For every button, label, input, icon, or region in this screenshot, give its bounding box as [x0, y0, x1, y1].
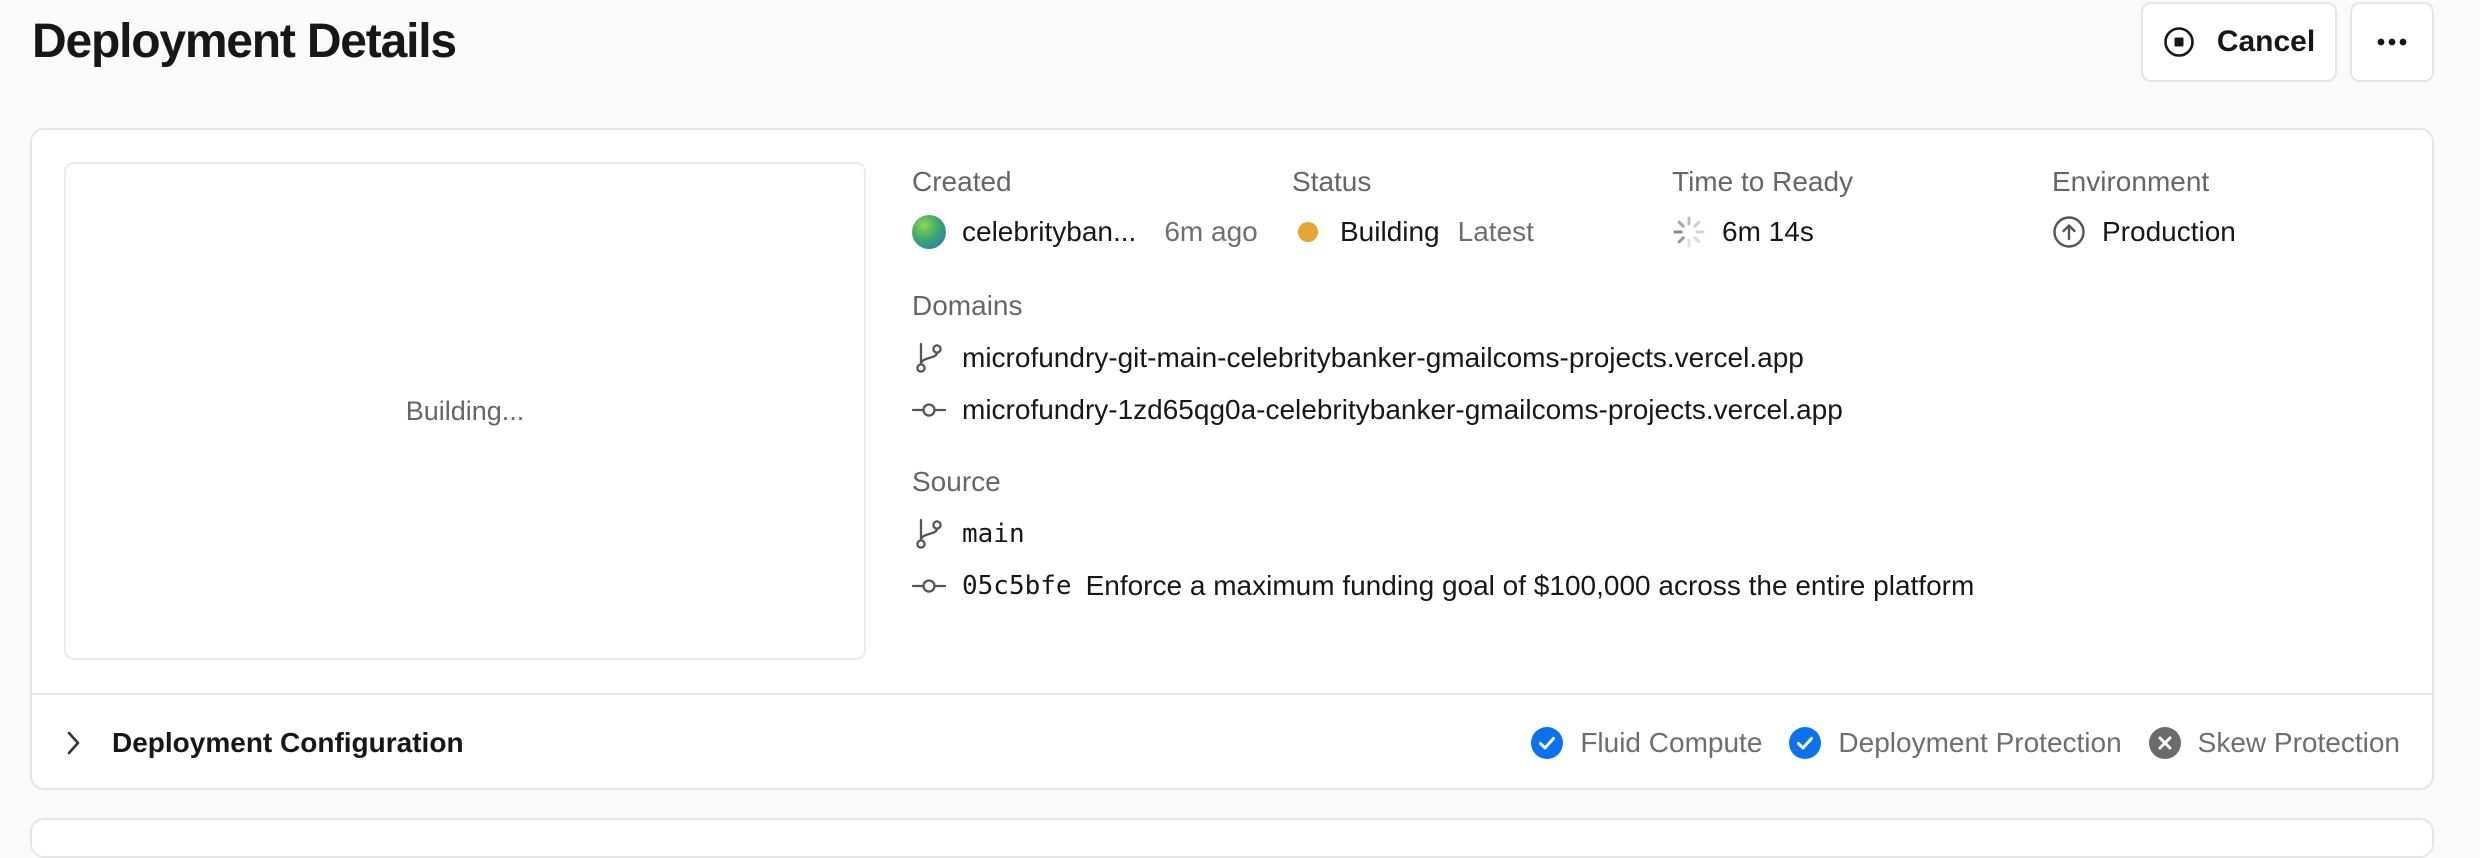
feature-skew-protection: Skew Protection — [2148, 726, 2400, 760]
commit-message[interactable]: Enforce a maximum funding goal of $100,0… — [1086, 568, 1975, 604]
cancel-button-label: Cancel — [2216, 25, 2316, 58]
git-branch-icon — [912, 517, 946, 551]
source-commit[interactable]: 05c5bfe Enforce a maximum funding goal o… — [912, 568, 1974, 604]
environment-value: Production — [2052, 214, 2236, 250]
domain-url[interactable]: microfundry-1zd65qg0a-celebritybanker-gm… — [962, 392, 1843, 428]
deployment-configuration-toggle[interactable]: Deployment Configuration — [64, 695, 464, 790]
chevron-right-icon — [64, 730, 82, 756]
status-text: Building — [1340, 216, 1440, 247]
status-label: Status — [1292, 166, 1372, 197]
cancel-button[interactable]: Cancel — [2141, 2, 2337, 82]
status-dot-icon — [1298, 222, 1318, 242]
deployment-configuration-label: Deployment Configuration — [112, 726, 464, 758]
source-branch[interactable]: main — [912, 516, 1025, 552]
feature-label: Deployment Protection — [1838, 726, 2122, 758]
deployment-configuration-row: Deployment Configuration Fluid Compute D… — [32, 695, 2432, 790]
check-circle-icon — [1530, 726, 1564, 760]
time-to-ready-label: Time to Ready — [1672, 166, 1854, 197]
environment-label: Environment — [2052, 166, 2210, 197]
git-commit-icon — [912, 569, 946, 603]
commit-hash[interactable]: 05c5bfe — [962, 568, 1072, 604]
avatar[interactable] — [912, 215, 946, 249]
feature-fluid-compute: Fluid Compute — [1530, 726, 1762, 760]
next-card — [30, 818, 2434, 858]
deployment-preview: Building... — [64, 162, 866, 660]
check-circle-icon — [1788, 726, 1822, 760]
spinner-icon — [1672, 215, 1706, 249]
git-branch-icon — [912, 341, 946, 375]
feature-list: Fluid Compute Deployment Protection Skew… — [1530, 695, 2400, 790]
feature-deployment-protection: Deployment Protection — [1788, 726, 2122, 760]
domain-item[interactable]: microfundry-1zd65qg0a-celebritybanker-gm… — [912, 392, 1843, 428]
created-user[interactable]: celebrityban... — [962, 214, 1136, 250]
feature-label: Skew Protection — [2197, 726, 2400, 758]
feature-label: Fluid Compute — [1580, 726, 1763, 758]
created-value: celebrityban... 6m ago — [912, 214, 1258, 250]
more-actions-button[interactable] — [2350, 2, 2434, 82]
created-time: 6m ago — [1164, 216, 1258, 247]
x-circle-icon — [2148, 726, 2182, 760]
preview-status-text: Building... — [405, 395, 525, 426]
created-label: Created — [912, 166, 1012, 197]
stop-circle-icon — [2163, 26, 2195, 58]
git-commit-icon — [912, 393, 946, 427]
status-value: Building Latest — [1298, 214, 1534, 250]
status-tag: Latest — [1457, 216, 1534, 247]
time-to-ready-text: 6m 14s — [1722, 216, 1814, 247]
domain-item[interactable]: microfundry-git-main-celebritybanker-gma… — [912, 340, 1804, 376]
domains-label: Domains — [912, 290, 1023, 321]
ellipsis-icon — [2377, 38, 2407, 46]
environment-text: Production — [2102, 216, 2236, 247]
arrow-up-circle-icon — [2052, 215, 2086, 249]
source-label: Source — [912, 466, 1001, 497]
page-title: Deployment Details — [32, 15, 457, 68]
time-to-ready-value: 6m 14s — [1672, 214, 1814, 250]
source-branch-name[interactable]: main — [962, 516, 1025, 552]
domain-url[interactable]: microfundry-git-main-celebritybanker-gma… — [962, 340, 1804, 376]
deployment-card: Building... Created celebrityban... 6m a… — [30, 128, 2434, 790]
